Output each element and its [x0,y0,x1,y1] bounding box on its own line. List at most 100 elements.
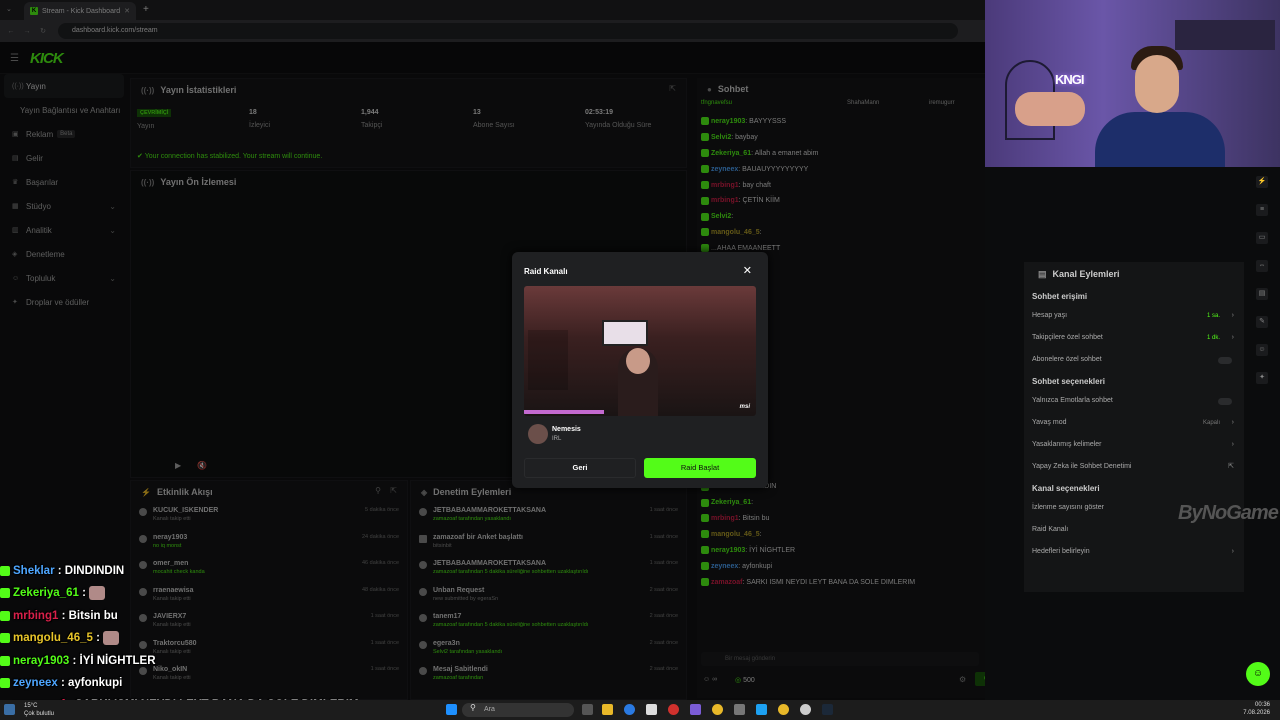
chat-icon[interactable]: ▭ [1256,232,1268,244]
list-icon[interactable]: ≡ [1256,204,1268,216]
chrome-icon[interactable] [712,704,723,715]
badge-icon [0,610,10,621]
preview-chat-overlay [528,330,568,390]
weather-widget[interactable]: 15°C Çok bulutlu [24,702,54,718]
setting-row[interactable]: Takipçilere özel sohbet 1 dk. › [1024,327,1244,349]
overlay-username: neray1903 [13,654,70,667]
steam-icon[interactable] [822,704,833,715]
clock-time: 00:36 [1254,702,1270,708]
taskbar-search[interactable]: Ara [462,703,574,717]
toggle[interactable] [1218,398,1232,405]
app-blue-icon[interactable] [756,704,767,715]
badge-icon [0,588,10,599]
doc-icon[interactable]: ▤ [1256,288,1268,300]
channel-actions-header: ▤ Kanal Eylemleri [1024,262,1244,286]
chevron-right-icon: › [1231,312,1234,319]
windows-start-icon[interactable] [446,704,457,715]
external-link-icon: ⇱ [1228,463,1234,470]
overlay-message: : ayfonkupi [57,676,123,689]
setting-label: Hedefleri belirleyin [1032,548,1090,555]
overlay-message: : [92,632,104,645]
streamer-hand [1015,92,1085,126]
search-icon: ⚲ [470,703,476,712]
chrome-active-icon[interactable] [778,704,789,715]
weather-temp: 15°C [24,703,38,709]
streamer-face [1135,55,1179,113]
badge-icon [0,565,10,576]
overlay-chat-line: Sheklar : DINDINDIN [0,560,358,582]
emote-icon [103,631,120,646]
start-raid-button[interactable]: Raid Başlat [644,458,756,478]
task-view-icon[interactable] [582,704,593,715]
overlay-chat-line: mangolu_46_5 : [0,627,358,649]
emote-icon [89,586,106,601]
neon-sign: KNGI [1055,72,1084,87]
setting-row[interactable]: Hedefleri belirleyin › [1024,541,1244,563]
setting-row[interactable]: Yasaklanmış kelimeler › [1024,434,1244,456]
toggle[interactable] [1218,357,1232,364]
file-explorer-icon[interactable] [602,704,613,715]
close-icon[interactable]: ✕ [743,264,752,277]
clock[interactable]: 00:36 7.08.2026 [1243,701,1270,717]
preview-progress-bar [524,410,604,414]
overlay-chat-line: Zekeriya_61 : [0,582,358,604]
wrench-icon[interactable]: ✎ [1256,316,1268,328]
setting-label: Abonelere özel sohbet [1032,356,1102,363]
app-red-icon[interactable] [668,704,679,715]
app-gray-icon[interactable] [734,704,745,715]
raid-channel-preview: msi [524,286,756,416]
clock-date: 7.08.2026 [1243,710,1270,716]
chevron-right-icon: › [1231,441,1234,448]
chevron-right-icon: › [1231,419,1234,426]
overlay-username: Zekeriya_61 [13,587,79,600]
setting-label: Yalnızca Emotlarla sohbet [1032,397,1113,404]
overlay-chat-line: neray1903 : İYİ NİGHTLER [0,650,358,672]
users-icon[interactable]: ☺ [1256,344,1268,356]
preview-tv [602,320,648,346]
overlay-message: : Bitsin bu [58,609,118,622]
back-button[interactable]: Geri [524,458,636,478]
store-icon[interactable] [646,704,657,715]
overlay-message: : İYİ NİGHTLER [69,654,156,667]
overlay-username: Sheklar [13,565,55,577]
overlay-message: : [78,587,90,600]
setting-value: 1 sa. [1206,313,1220,319]
chevron-right-icon: › [1231,334,1234,341]
overlay-message: : DINDINDIN [54,565,125,577]
msi-logo: msi [739,404,750,410]
badge-icon [0,633,10,644]
badge-icon [0,655,10,666]
setting-value: 1 dk. [1206,335,1220,341]
setting-row[interactable]: Yavaş mod Kapalı › [1024,412,1244,434]
help-chat-button[interactable]: ☺ [1246,662,1270,686]
channel-icon: ▤ [1038,269,1047,279]
modal-title: Raid Kanalı [524,267,568,276]
expand-icon[interactable]: ⇔ [1256,260,1268,272]
setting-row[interactable]: Yalnızca Emotlarla sohbet [1024,390,1244,412]
setting-label: İzlenme sayısını göster [1032,504,1104,511]
overlay-username: mangolu_46_5 [13,632,93,645]
setting-row[interactable]: Abonelere özel sohbet [1024,349,1244,371]
section-heading: Sohbet seçenekleri [1032,377,1105,386]
app-purple-icon[interactable] [690,704,701,715]
avatar [528,424,548,444]
raid-channel-category: IRL [552,436,562,442]
section-heading: Kanal seçenekleri [1032,484,1100,493]
weather-icon[interactable] [4,704,15,715]
setting-label: Yasaklanmış kelimeler [1032,441,1102,448]
setting-label: Takipçilere özel sohbet [1032,334,1103,341]
setting-label: Yapay Zeka ile Sohbet Denetimi [1032,463,1132,470]
chevron-right-icon: › [1231,548,1234,555]
edge-icon[interactable] [624,704,635,715]
overlay-chat-line: mrbing1 : Bitsin bu [0,605,358,627]
setting-label: Yavaş mod [1032,419,1067,426]
gift-icon[interactable]: ✦ [1256,372,1268,384]
lightning-icon[interactable]: ⚡ [1256,176,1268,188]
setting-value: Kapalı [1202,420,1220,426]
wall-frames [1175,20,1275,50]
setting-row[interactable]: Yapay Zeka ile Sohbet Denetimi ⇱ [1024,456,1244,478]
setting-row[interactable]: Hesap yaşı 1 sa. › [1024,305,1244,327]
obs-icon[interactable] [800,704,811,715]
overlay-username: mrbing1 [13,609,59,622]
overlay-username: zeyneex [13,676,58,689]
